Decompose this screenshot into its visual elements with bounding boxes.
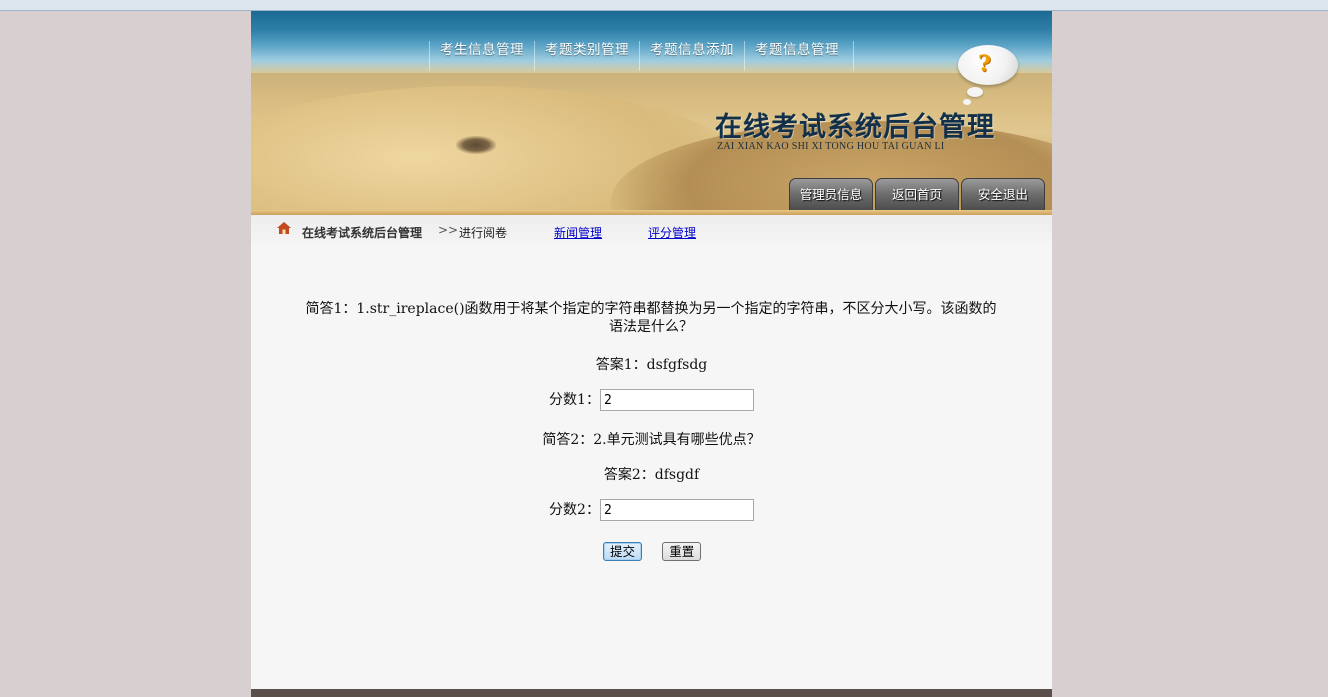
reset-button[interactable]: 重置 [662, 542, 702, 561]
nav-question-add[interactable]: 考题信息添加 [639, 41, 744, 71]
system-title: 在线考试系统后台管理 [715, 112, 995, 143]
logout-button[interactable]: 安全退出 [961, 178, 1045, 212]
browser-top-strip [0, 0, 1328, 11]
admin-info-button[interactable]: 管理员信息 [789, 178, 873, 212]
page-container: 考生信息管理 考题类别管理 考题信息添加 考题信息管理 ? 在线考试系统后台管理… [251, 11, 1052, 697]
breadcrumb-home[interactable]: 在线考试系统后台管理 [302, 224, 422, 241]
nav-student-info[interactable]: 考生信息管理 [429, 41, 534, 71]
form-buttons: 提交 重置 [603, 542, 803, 561]
nav-question-category[interactable]: 考题类别管理 [534, 41, 639, 71]
header-banner: 考生信息管理 考题类别管理 考题信息添加 考题信息管理 ? 在线考试系统后台管理… [251, 11, 1052, 215]
nav-question-manage[interactable]: 考题信息管理 [744, 41, 854, 71]
breadcrumb-current: 进行阅卷 [459, 226, 508, 240]
question-bubble-icon: ? [958, 45, 1018, 85]
answer-1-row: 答案1：dsfgfsdg [251, 354, 1052, 374]
score-1-label: 分数1： [549, 392, 600, 408]
submit-button[interactable]: 提交 [603, 542, 643, 561]
top-navigation: 考生信息管理 考题类别管理 考题信息添加 考题信息管理 [429, 41, 854, 71]
question-1-text: 简答1：1.str_ireplace()函数用于将某个指定的字符串都替换为另一个… [305, 301, 997, 335]
score-1-row: 分数1： [251, 389, 1052, 411]
system-subtitle: ZAI XIAN KAO SHI XI TONG HOU TAI GUAN LI [717, 141, 945, 152]
news-manage-link[interactable]: 新闻管理 [554, 224, 602, 241]
breadcrumb-separator: >> [438, 223, 459, 237]
footer-bar [251, 689, 1052, 697]
bubble-dot [967, 87, 983, 97]
answer-1-text: 答案1：dsfgfsdg [595, 357, 708, 373]
question-2-row: 简答2：2.单元测试具有哪些优点？ [251, 429, 1052, 449]
answer-2-text: 答案2：dfsgdf [603, 467, 700, 483]
back-home-button[interactable]: 返回首页 [875, 178, 959, 212]
score-1-input[interactable] [599, 389, 754, 411]
question-2-text: 简答2：2.单元测试具有哪些优点？ [542, 432, 761, 448]
score-2-input[interactable] [599, 499, 754, 521]
score-manage-link[interactable]: 评分管理 [648, 224, 696, 241]
camel-silhouette [456, 136, 496, 154]
score-2-label: 分数2： [549, 502, 600, 518]
score-2-row: 分数2： [251, 499, 1052, 521]
answer-2-row: 答案2：dfsgdf [251, 464, 1052, 484]
breadcrumb: 在线考试系统后台管理 >> 进行阅卷 新闻管理 评分管理 [251, 215, 1052, 243]
home-icon [277, 222, 291, 234]
